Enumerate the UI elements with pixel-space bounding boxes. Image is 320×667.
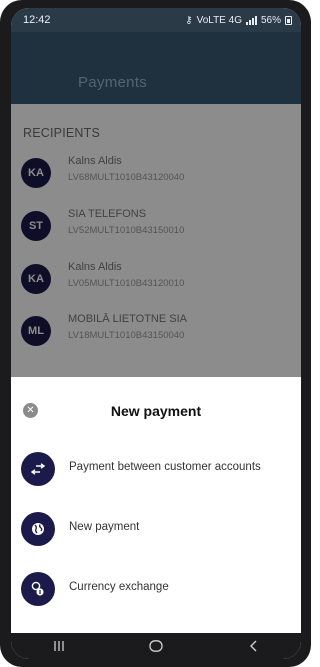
battery-icon	[285, 15, 292, 25]
back-icon	[249, 640, 257, 652]
option-label: New payment	[69, 521, 140, 533]
currency-exchange-icon	[21, 572, 55, 606]
recent-apps-icon	[54, 641, 64, 651]
option-currency-exchange[interactable]: Currency exchange	[21, 568, 293, 608]
close-button[interactable]: ✕	[23, 403, 38, 418]
phone-frame: 12:42 ⚷ VoLTE 4G 56% Payments RECIPIENTS…	[0, 0, 311, 667]
new-payment-sheet: New payment ✕ Payment between customer a…	[11, 377, 301, 633]
back-button[interactable]	[233, 636, 273, 656]
option-payment-between-accounts[interactable]: Payment between customer accounts	[21, 448, 293, 488]
battery-percent: 56%	[260, 14, 281, 26]
status-icons: ⚷ VoLTE 4G 56%	[185, 15, 292, 26]
screen: 12:42 ⚷ VoLTE 4G 56% Payments RECIPIENTS…	[11, 8, 301, 659]
status-bar: 12:42 ⚷ VoLTE 4G 56%	[11, 8, 301, 32]
sheet-title: New payment	[110, 403, 202, 419]
transfer-arrows-icon	[21, 452, 55, 486]
option-label: Currency exchange	[69, 581, 169, 593]
close-icon: ✕	[26, 405, 35, 416]
option-label: Payment between customer accounts	[69, 461, 261, 473]
option-new-payment[interactable]: New payment	[21, 508, 293, 548]
status-time: 12:42	[23, 14, 51, 26]
network-label: VoLTE 4G	[196, 14, 242, 26]
system-nav-bar	[11, 633, 301, 659]
key-icon: ⚷	[185, 14, 193, 26]
home-button[interactable]	[136, 636, 176, 656]
recent-apps-button[interactable]	[39, 636, 79, 656]
home-icon	[149, 640, 163, 652]
globe-icon	[21, 512, 55, 546]
signal-icon	[245, 15, 257, 25]
